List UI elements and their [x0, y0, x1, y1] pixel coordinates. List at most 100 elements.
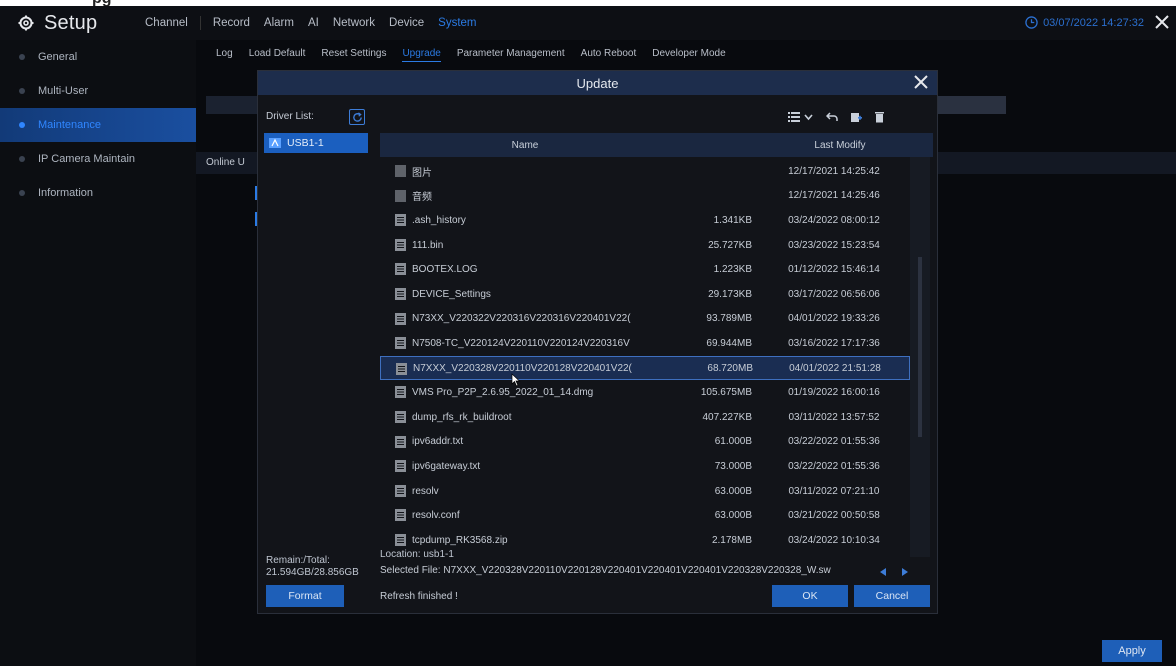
close-icon[interactable] — [1154, 14, 1170, 30]
nav-network[interactable]: Network — [333, 17, 375, 29]
file-row[interactable]: .ash_history 1.341KB 03/24/2022 08:00:12 — [380, 208, 910, 233]
back-icon[interactable] — [826, 111, 838, 123]
file-row[interactable]: resolv.conf 63.000B 03/21/2022 00:50:58 — [380, 503, 910, 528]
file-date: 03/16/2022 17:17:36 — [788, 337, 880, 349]
file-row[interactable]: 音频 12/17/2021 14:25:46 — [380, 184, 910, 209]
file-icon — [395, 337, 406, 350]
file-row[interactable]: VMS Pro_P2P_2.6.95_2022_01_14.dmg 105.67… — [380, 380, 910, 405]
sub-nav: Log Load Default Reset Settings Upgrade … — [216, 48, 726, 62]
file-size: 68.720MB — [707, 362, 753, 374]
file-row-selected[interactable]: N7XXX_V220328V220110V220128V220401V22( 6… — [380, 355, 910, 381]
user-icon — [19, 88, 25, 94]
nav-channel[interactable]: Channel — [145, 17, 188, 29]
cancel-button[interactable]: Cancel — [854, 585, 930, 607]
file-row[interactable]: N73XX_V220322V220316V220316V220401V22( 9… — [380, 307, 910, 332]
file-name: BOOTEX.LOG — [412, 264, 478, 276]
sidebar-item-label: Maintenance — [38, 119, 101, 131]
tab-load-default[interactable]: Load Default — [249, 48, 306, 62]
sidebar-item-maintenance[interactable]: Maintenance — [0, 108, 196, 142]
file-name: 111.bin — [412, 239, 444, 251]
gear-icon — [19, 54, 25, 60]
format-button[interactable]: Format — [266, 585, 344, 607]
nav-system[interactable]: System — [438, 17, 476, 29]
tab-reset-settings[interactable]: Reset Settings — [321, 48, 386, 62]
file-size: 73.000B — [714, 460, 752, 472]
column-header-name[interactable]: Name — [380, 140, 670, 151]
sidebar-item-information[interactable]: Information — [0, 176, 196, 210]
new-folder-icon[interactable] — [850, 111, 862, 123]
file-name: N7508-TC_V220124V220110V220124V220316V — [412, 337, 630, 349]
nav-alarm[interactable]: Alarm — [264, 17, 294, 29]
location-label: Location: usb1-1 — [380, 549, 454, 560]
scroll-left-icon[interactable] — [878, 567, 888, 577]
file-icon — [396, 362, 407, 375]
driver-name: USB1-1 — [287, 137, 324, 149]
file-row[interactable]: ipv6gateway.txt 73.000B 03/22/2022 01:55… — [380, 454, 910, 479]
file-date: 03/11/2022 13:57:52 — [788, 411, 880, 423]
apply-button[interactable]: Apply — [1102, 640, 1162, 662]
file-date: 03/17/2022 06:56:06 — [788, 288, 880, 300]
tab-developer-mode[interactable]: Developer Mode — [652, 48, 725, 62]
file-date: 03/11/2022 07:21:10 — [788, 485, 880, 497]
file-size: 29.173KB — [708, 288, 752, 300]
file-name: N7XXX_V220328V220110V220128V220401V22( — [413, 362, 632, 374]
nav-ai[interactable]: AI — [308, 17, 319, 29]
file-name: .ash_history — [412, 214, 466, 226]
file-toolbar — [788, 111, 885, 123]
sidebar-item-label: Information — [38, 187, 94, 199]
nav-record[interactable]: Record — [213, 17, 250, 29]
status-text: Refresh finished ! — [380, 591, 458, 602]
file-size: 69.944MB — [706, 337, 752, 349]
close-icon[interactable] — [913, 74, 929, 90]
file-row[interactable]: DEVICE_Settings 29.173KB 03/17/2022 06:5… — [380, 282, 910, 307]
file-row[interactable]: BOOTEX.LOG 1.223KB 01/12/2022 15:46:14 — [380, 257, 910, 282]
folder-icon — [395, 165, 406, 177]
file-row[interactable]: ipv6addr.txt 61.000B 03/22/2022 01:55:36 — [380, 430, 910, 455]
tab-log[interactable]: Log — [216, 48, 233, 62]
tab-auto-reboot[interactable]: Auto Reboot — [581, 48, 637, 62]
mouse-cursor-icon — [511, 373, 521, 387]
refresh-icon — [352, 111, 362, 122]
background-online-label: Online U — [206, 157, 245, 168]
nav-divider — [199, 16, 201, 30]
tab-parameter-management[interactable]: Parameter Management — [457, 48, 565, 62]
scrollbar-thumb[interactable] — [918, 257, 922, 437]
remain-label: Remain:/Total: — [266, 555, 330, 566]
file-row[interactable]: tcpdump_RK3568.zip 2.178MB 03/24/2022 10… — [380, 528, 910, 553]
app-title: Setup — [44, 11, 98, 34]
column-header-last-modify[interactable]: Last Modify — [775, 140, 905, 151]
delete-icon[interactable] — [874, 111, 885, 123]
scroll-right-icon[interactable] — [900, 567, 910, 577]
clock-value: 03/07/2022 14:27:32 — [1043, 16, 1144, 29]
file-list-scrollbar[interactable] — [910, 157, 930, 557]
ok-button[interactable]: OK — [772, 585, 848, 607]
sidebar-item-ip-camera-maintain[interactable]: IP Camera Maintain — [0, 142, 196, 176]
file-date: 03/21/2022 00:50:58 — [788, 510, 880, 522]
list-view-icon[interactable] — [788, 111, 814, 123]
sidebar-item-label: General — [38, 51, 78, 63]
file-row[interactable]: N7508-TC_V220124V220110V220124V220316V 6… — [380, 331, 910, 356]
file-size: 25.727KB — [708, 239, 752, 251]
driver-item-usb[interactable]: USB1-1 — [264, 133, 368, 153]
sidebar-item-general[interactable]: General — [0, 40, 196, 74]
update-dialog: Update Driver List: USB1-1 Name Last Mod… — [257, 70, 938, 614]
file-date: 04/01/2022 21:51:28 — [789, 362, 881, 374]
nav-device[interactable]: Device — [389, 17, 424, 29]
tab-upgrade[interactable]: Upgrade — [402, 48, 441, 62]
sidebar: General Multi-User Maintenance IP Camera… — [0, 40, 196, 666]
file-name: N73XX_V220322V220316V220316V220401V22( — [412, 313, 631, 325]
file-icon — [395, 312, 406, 325]
file-icon — [395, 484, 406, 497]
file-icon — [395, 287, 406, 300]
file-row[interactable]: resolv 63.000B 03/11/2022 07:21:10 — [380, 479, 910, 504]
file-name: ipv6addr.txt — [412, 436, 464, 448]
file-name: resolv — [412, 485, 439, 497]
gear-icon — [19, 122, 25, 128]
refresh-button[interactable] — [349, 109, 365, 125]
sidebar-item-multi-user[interactable]: Multi-User — [0, 74, 196, 108]
file-size: 1.341KB — [713, 214, 752, 226]
file-row[interactable]: dump_rfs_rk_buildroot 407.227KB 03/11/20… — [380, 405, 910, 430]
file-row[interactable]: 111.bin 25.727KB 03/23/2022 15:23:54 — [380, 233, 910, 258]
file-date: 03/23/2022 15:23:54 — [788, 239, 880, 251]
file-row[interactable]: 图片 12/17/2021 14:25:42 — [380, 159, 910, 184]
